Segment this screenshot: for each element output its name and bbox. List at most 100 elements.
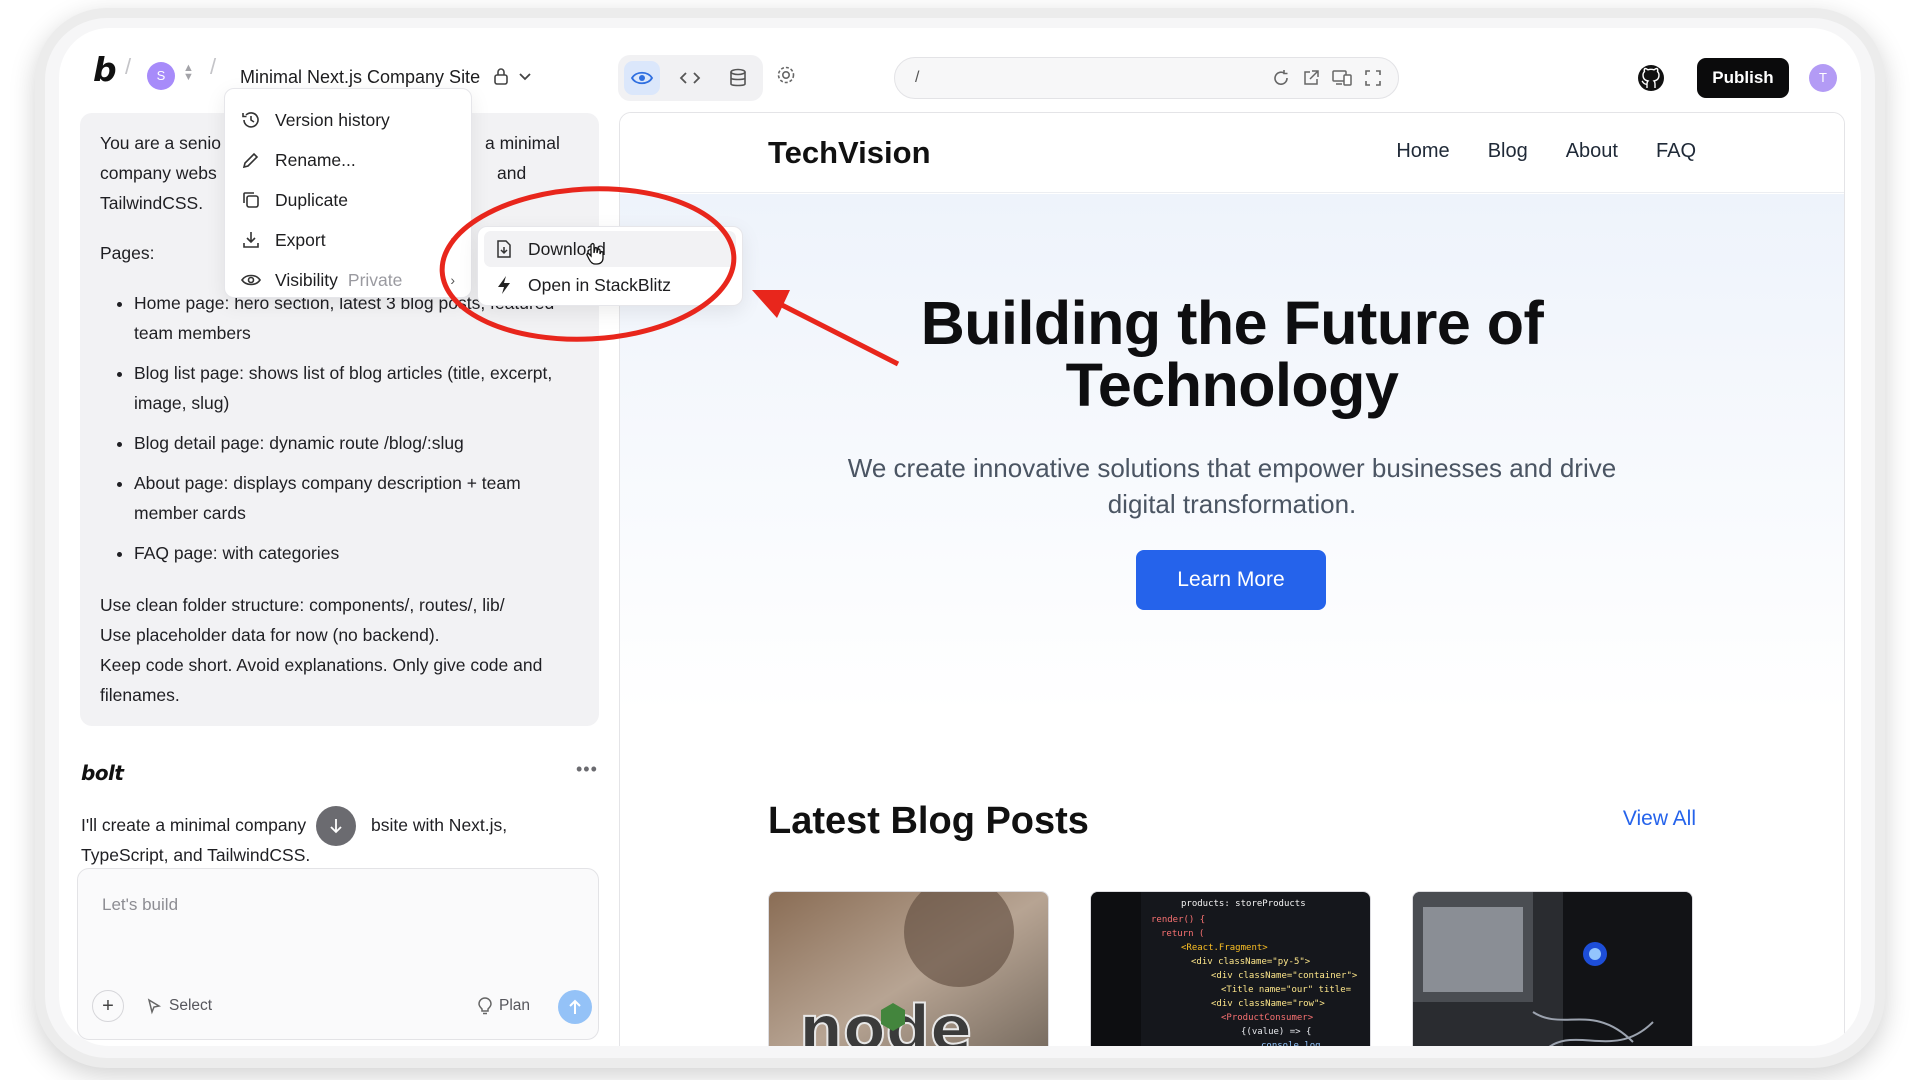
scroll-to-bottom-button[interactable]	[316, 806, 356, 846]
menu-item-version-history[interactable]: Version history	[225, 102, 471, 138]
chat-input[interactable]: Let's build	[102, 895, 178, 915]
send-button[interactable]	[558, 990, 592, 1024]
lock-icon	[494, 68, 508, 85]
prompt-line: Use placeholder data for now (no backend…	[100, 625, 440, 645]
pages-list: Home page: hero section, latest 3 blog p…	[134, 288, 581, 578]
eye-icon	[241, 274, 261, 286]
node-logo-photo: node	[769, 892, 1048, 1046]
site-nav-links: Home Blog About FAQ	[1396, 140, 1696, 163]
blog-card-image-node[interactable]: node	[768, 891, 1049, 1046]
database-toggle[interactable]	[720, 61, 756, 95]
menu-item-label: Visibility	[275, 269, 338, 290]
pencil-icon	[242, 152, 259, 169]
reload-icon[interactable]	[1272, 69, 1290, 87]
chevron-right-icon: ›	[450, 232, 455, 248]
project-menu: Version history Rename... Duplicate Expo…	[224, 88, 472, 298]
menu-item-duplicate[interactable]: Duplicate	[225, 182, 471, 218]
menu-item-visibility[interactable]: Visibility Private ›	[225, 262, 471, 298]
external-link-icon[interactable]	[1302, 69, 1320, 87]
svg-text:<ProductConsumer>: <ProductConsumer>	[1221, 1013, 1314, 1023]
cursor-select-icon	[147, 998, 162, 1015]
preview-toggle[interactable]	[624, 61, 660, 95]
download-icon	[243, 232, 259, 248]
chevron-down-icon[interactable]	[517, 68, 533, 84]
lightbulb-icon	[478, 997, 492, 1015]
database-icon	[730, 68, 746, 87]
prompt-line: Use clean folder structure: components/,…	[100, 595, 505, 615]
url-actions	[1272, 69, 1382, 87]
blog-card-image-hardware[interactable]	[1412, 891, 1693, 1046]
add-attachment-button[interactable]: +	[92, 990, 124, 1022]
fullscreen-icon[interactable]	[1364, 69, 1382, 87]
svg-text:return (: return (	[1161, 929, 1204, 939]
svg-text:<div className="row">: <div className="row">	[1211, 999, 1325, 1009]
nav-link-about[interactable]: About	[1566, 140, 1618, 163]
bolt-logo[interactable]: b	[93, 50, 117, 89]
menu-item-rename[interactable]: Rename...	[225, 142, 471, 178]
preview-pane: TechVision Home Blog About FAQ Building …	[619, 112, 1845, 1046]
svg-text:<div className="container">: <div className="container">	[1211, 971, 1358, 981]
prompt-line: Keep code short. Avoid explanations. Onl…	[100, 655, 543, 705]
chat-input-box[interactable]: Let's build + Select Plan	[77, 868, 599, 1040]
hero-title-line: Technology	[1065, 351, 1399, 419]
publish-button[interactable]: Publish	[1697, 58, 1789, 98]
hero-title-line: Building the Future of	[920, 289, 1544, 357]
plan-button[interactable]: Plan	[477, 997, 530, 1015]
arrow-down-icon	[330, 819, 342, 834]
copy-icon	[243, 192, 259, 208]
learn-more-button[interactable]: Learn More	[1136, 550, 1326, 610]
menu-item-open-stackblitz[interactable]: Open in StackBlitz	[484, 267, 736, 303]
file-download-icon	[497, 240, 511, 258]
menu-item-download[interactable]: Download	[484, 231, 736, 267]
device-frame: b / S ▲▼ / Minimal Next.js Company Site	[45, 18, 1875, 1058]
site-brand[interactable]: TechVision	[768, 135, 931, 171]
assistant-name: bolt	[81, 761, 124, 785]
menu-item-export[interactable]: Export ›	[225, 222, 471, 258]
menu-item-label: Version history	[275, 109, 390, 130]
svg-text:{(value) => {: {(value) => {	[1241, 1027, 1311, 1037]
svg-text:<div className="py-5">: <div className="py-5">	[1191, 957, 1311, 967]
menu-item-label: Open in StackBlitz	[528, 274, 671, 295]
devices-icon[interactable]	[1332, 69, 1352, 87]
url-bar[interactable]: /	[894, 57, 1399, 99]
url-path[interactable]: /	[915, 69, 919, 87]
svg-text:render() {: render() {	[1151, 915, 1205, 925]
eye-icon	[631, 71, 653, 85]
computer-hardware-photo	[1413, 892, 1692, 1046]
nav-link-faq[interactable]: FAQ	[1656, 140, 1696, 163]
chevron-updown-icon[interactable]: ▲ ▼	[183, 63, 194, 83]
gear-icon[interactable]	[775, 64, 797, 86]
list-item: FAQ page: with categories	[134, 538, 581, 568]
hero-title: Building the Future of Technology	[620, 292, 1844, 416]
user-avatar[interactable]: T	[1809, 64, 1837, 92]
view-all-link[interactable]: View All	[1623, 807, 1696, 831]
list-item: About page: displays company description…	[134, 468, 581, 528]
code-icon	[679, 72, 701, 84]
github-icon[interactable]	[1637, 64, 1665, 92]
workspace-avatar[interactable]: S	[147, 62, 175, 90]
svg-text:<React.Fragment>: <React.Fragment>	[1181, 943, 1268, 953]
hero-section: Building the Future of Technology We cre…	[620, 194, 1844, 714]
separator: /	[125, 54, 132, 79]
svg-text:<Title name="our" title=: <Title name="our" title=	[1221, 985, 1352, 995]
nav-link-blog[interactable]: Blog	[1488, 140, 1528, 163]
code-toggle[interactable]	[672, 61, 708, 95]
blog-section-heading: Latest Blog Posts	[768, 800, 1089, 842]
app-window: b / S ▲▼ / Minimal Next.js Company Site	[59, 28, 1861, 1046]
separator: /	[210, 54, 217, 79]
menu-item-label: Duplicate	[275, 189, 348, 210]
lightning-icon	[498, 276, 510, 294]
nav-link-home[interactable]: Home	[1396, 140, 1449, 163]
menu-item-label: Rename...	[275, 149, 356, 170]
arrow-up-icon	[569, 999, 581, 1014]
plan-label: Plan	[499, 997, 531, 1014]
view-toggle-group	[618, 55, 763, 101]
list-item: Blog detail page: dynamic route /blog/:s…	[134, 428, 581, 458]
project-title[interactable]: Minimal Next.js Company Site	[240, 67, 480, 88]
blog-card-image-code[interactable]: products: storeProducts render() { retur…	[1090, 891, 1371, 1046]
select-element-button[interactable]: Select	[145, 997, 212, 1015]
more-options-icon[interactable]: •••	[576, 759, 598, 780]
select-label: Select	[169, 997, 213, 1014]
site-navbar: TechVision Home Blog About FAQ	[620, 113, 1844, 193]
svg-text:products: storeProducts: products: storeProducts	[1181, 899, 1306, 909]
